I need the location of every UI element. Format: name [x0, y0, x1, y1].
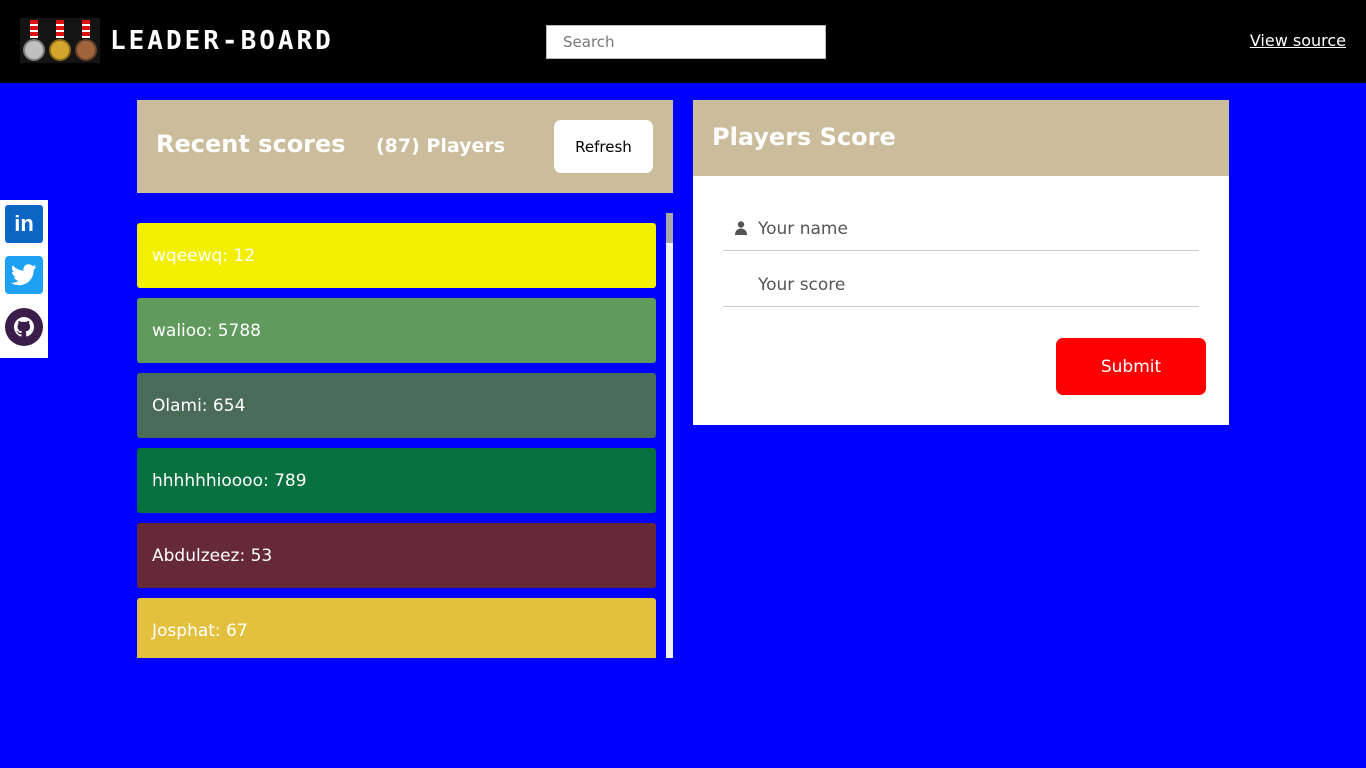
scrollbar[interactable] — [666, 213, 673, 658]
score-item: wqeewq: 12 — [137, 223, 656, 288]
score-text: Abdulzeez: 53 — [152, 545, 273, 566]
view-source-link[interactable]: View source — [1250, 31, 1346, 50]
score-text: Josphat: 67 — [152, 620, 248, 641]
twitter-bird-icon — [11, 264, 37, 286]
github-icon[interactable] — [5, 308, 43, 346]
github-octocat-icon — [14, 317, 34, 337]
linkedin-label: in — [14, 211, 34, 236]
twitter-icon[interactable] — [5, 256, 43, 294]
silver-medal-icon — [23, 39, 45, 61]
players-score-title: Players Score — [712, 123, 896, 151]
name-field — [723, 206, 1199, 251]
search-input[interactable] — [546, 25, 826, 59]
recent-scores-header: Recent scores (87) Players Refresh — [137, 100, 673, 193]
top-navbar: LEADER-BOARD View source — [0, 0, 1366, 83]
player-count: (87) Players — [376, 135, 506, 157]
score-text: hhhhhhioooo: 789 — [152, 470, 307, 491]
score-item: Josphat: 67 — [137, 598, 656, 658]
brand[interactable]: LEADER-BOARD — [20, 18, 334, 63]
scrollbar-thumb[interactable] — [666, 213, 673, 243]
score-field — [723, 262, 1199, 307]
score-item: walioo: 5788 — [137, 298, 656, 363]
score-text: walioo: 5788 — [152, 320, 261, 341]
recent-scores-title: Recent scores — [156, 130, 346, 158]
linkedin-icon[interactable]: in — [5, 205, 43, 243]
score-text: wqeewq: 12 — [152, 245, 256, 266]
gold-medal-icon — [49, 39, 71, 61]
bronze-medal-icon — [75, 39, 97, 61]
medals-logo — [20, 18, 100, 63]
site-title: LEADER-BOARD — [110, 25, 334, 56]
players-score-header: Players Score — [693, 100, 1229, 176]
score-input[interactable] — [758, 272, 1188, 298]
score-item: Olami: 654 — [137, 373, 656, 438]
score-item: hhhhhhioooo: 789 — [137, 448, 656, 513]
name-input[interactable] — [758, 216, 1188, 242]
score-form: Submit — [693, 176, 1229, 425]
user-icon — [735, 221, 747, 235]
social-sidebar: in — [0, 200, 48, 358]
refresh-button[interactable]: Refresh — [554, 120, 653, 173]
submit-button[interactable]: Submit — [1056, 338, 1206, 395]
score-list[interactable]: wqeewq: 12 walioo: 5788 Olami: 654 hhhhh… — [137, 213, 673, 658]
score-item: Abdulzeez: 53 — [137, 523, 656, 588]
score-text: Olami: 654 — [152, 395, 246, 416]
